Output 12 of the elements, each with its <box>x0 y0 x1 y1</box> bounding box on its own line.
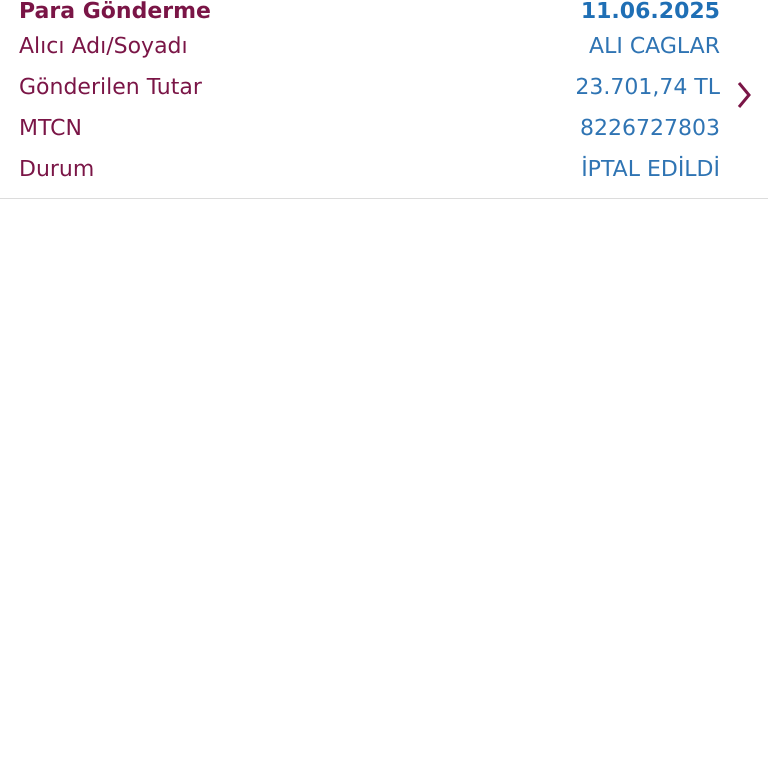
detail-label: MTCN <box>19 116 82 141</box>
transaction-card[interactable]: Para Gönderme 11.06.2025 Alıcı Adı/Soyadı ALI CAGLAR Gönderilen Tutar 23.701,74 TL MTCN 8226727803 Durum İPTAL EDİLDİ <box>0 0 768 199</box>
detail-label: Alıcı Adı/Soyadı <box>19 34 188 59</box>
detail-value: İPTAL EDİLDİ <box>581 157 720 182</box>
transaction-date: 11.06.2025 <box>580 0 720 24</box>
detail-label: Durum <box>19 157 94 182</box>
detail-value: ALI CAGLAR <box>589 34 720 59</box>
detail-value: 23.701,74 TL <box>575 75 720 100</box>
detail-value: 8226727803 <box>580 116 720 141</box>
transaction-type: Para Gönderme <box>19 0 211 24</box>
chevron-right-icon <box>736 80 752 110</box>
detail-label: Gönderilen Tutar <box>19 75 202 100</box>
